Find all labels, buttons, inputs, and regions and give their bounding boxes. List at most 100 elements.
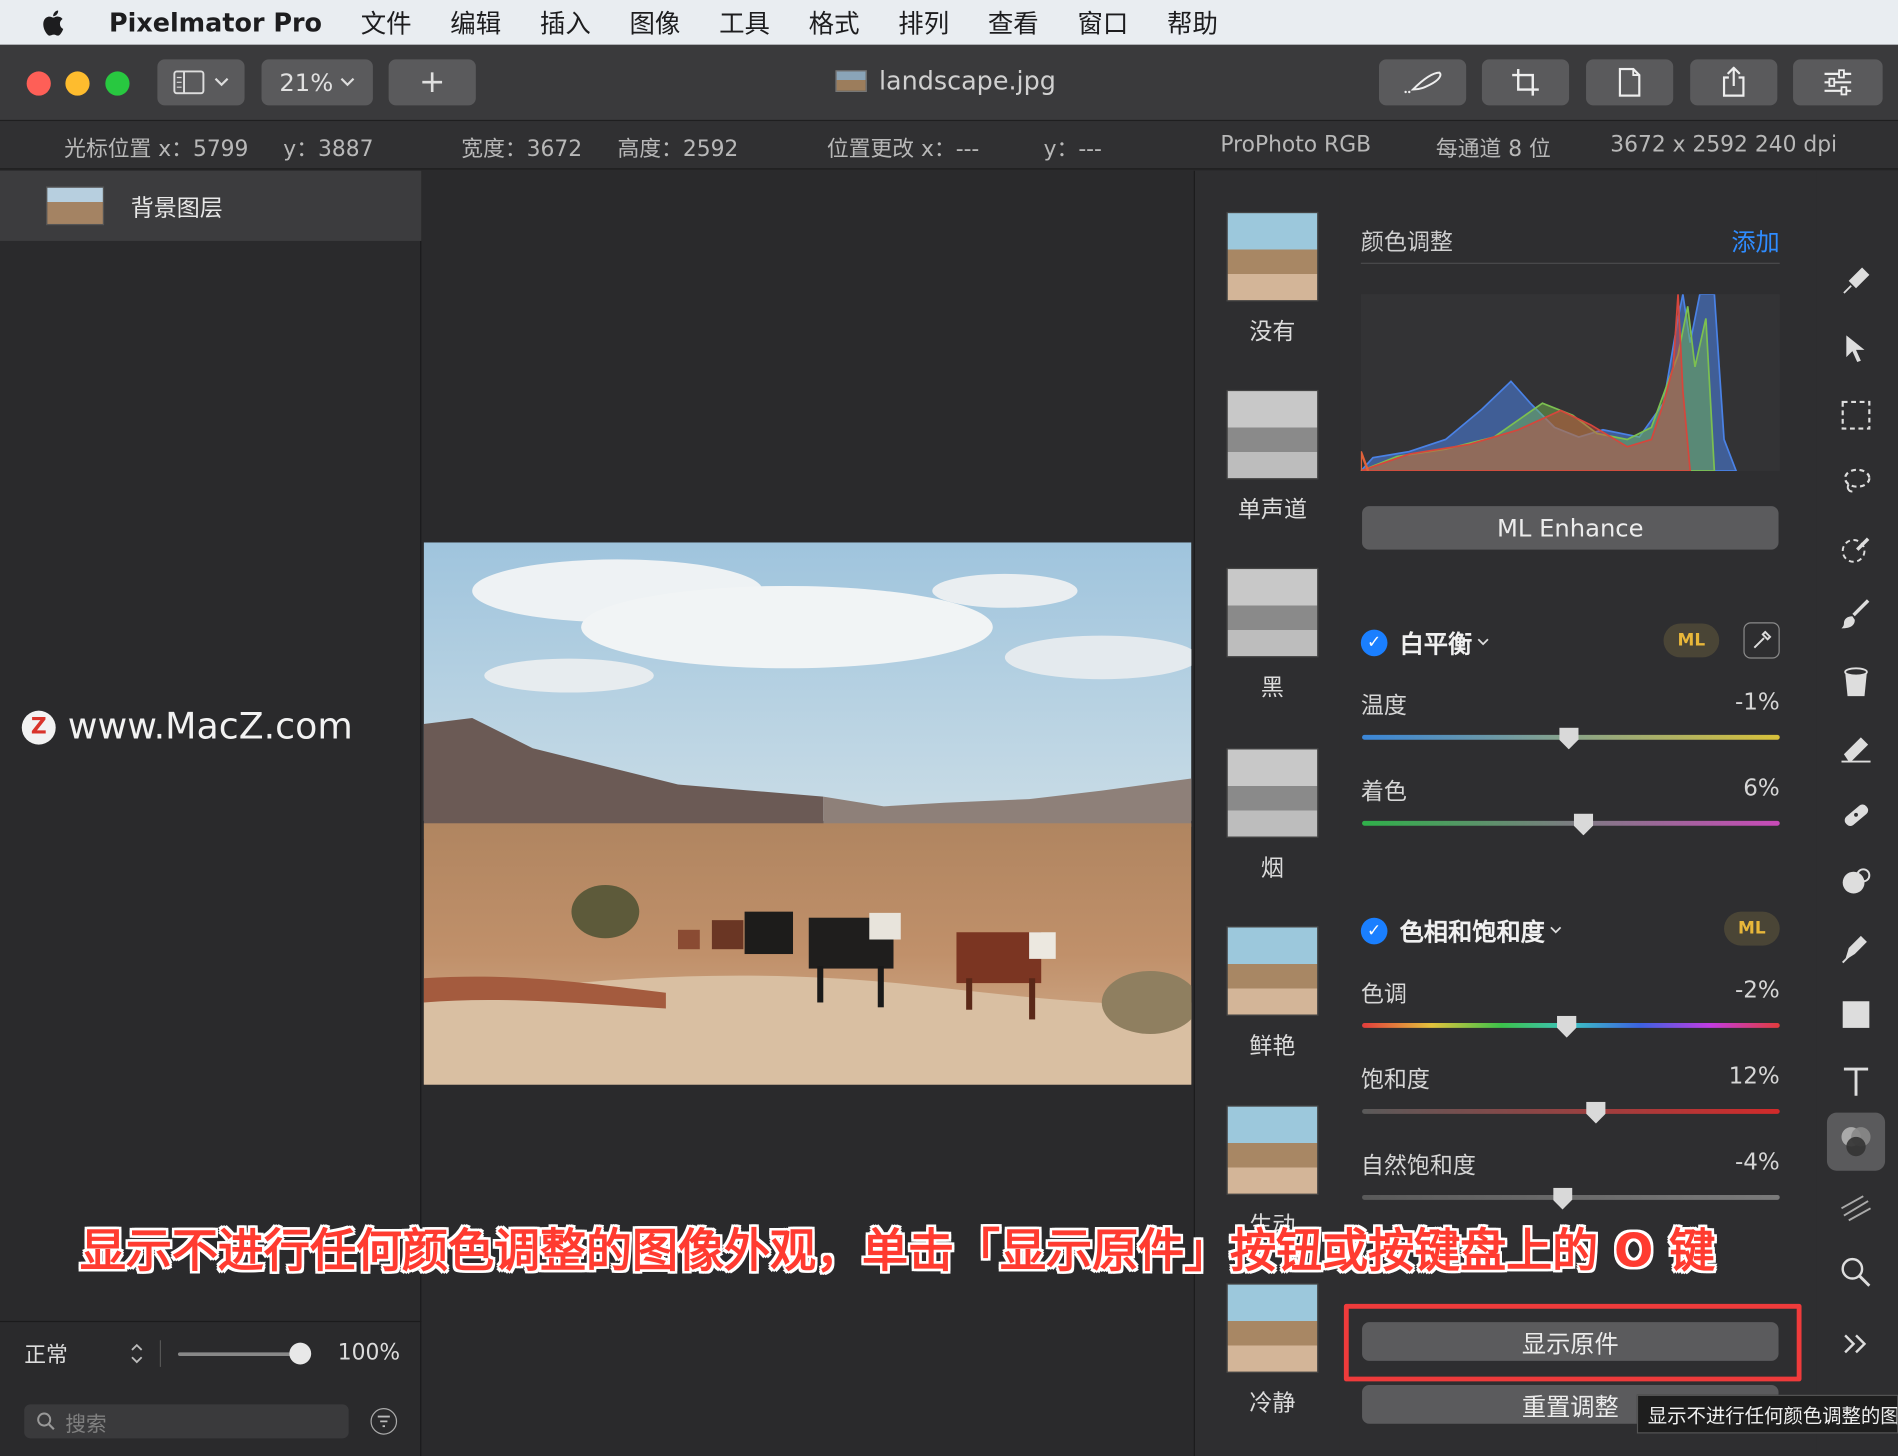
tooltip: 显示不进行任何颜色调整的图像外观	[1636, 1394, 1898, 1434]
arrange-pointer-icon[interactable]	[1835, 328, 1876, 369]
white-balance-ml-badge[interactable]: ML	[1663, 623, 1720, 658]
menu-format[interactable]: 格式	[809, 4, 860, 40]
preset-item[interactable]: 冷静	[1226, 1283, 1319, 1417]
preset-item[interactable]: 单声道	[1226, 389, 1319, 524]
menu-insert[interactable]: 插入	[540, 4, 591, 40]
add-adjustment-link[interactable]: 添加	[1731, 223, 1779, 258]
preset-thumbnail	[1226, 567, 1319, 658]
preset-thumbnail	[1226, 1283, 1319, 1373]
up-down-chevron-icon[interactable]	[131, 1342, 143, 1364]
highlight-box	[1343, 1303, 1802, 1382]
filter-icon[interactable]	[370, 1408, 398, 1435]
text-icon[interactable]	[1835, 1061, 1876, 1102]
ml-enhance-button[interactable]: ML Enhance	[1362, 506, 1779, 550]
menu-file[interactable]: 文件	[361, 4, 412, 40]
tint-slider-knob[interactable]	[1573, 813, 1594, 836]
more-tools-icon[interactable]	[1835, 1323, 1876, 1364]
color-profile-readout: ProPhoto RGB	[1220, 131, 1372, 158]
preset-thumbnail	[1226, 926, 1319, 1016]
crop-button[interactable]	[1481, 59, 1570, 106]
adjustments-panel-button[interactable]	[1793, 59, 1883, 106]
color-adjust-icon[interactable]	[1826, 1112, 1886, 1171]
menu-image[interactable]: 图像	[629, 4, 680, 40]
tools-sidebar	[1816, 170, 1898, 1456]
preset-label: 鲜艳	[1249, 1032, 1296, 1060]
layer-search-field[interactable]: 搜索	[24, 1404, 349, 1439]
tint-slider[interactable]	[1362, 820, 1780, 826]
document-name: landscape.jpg	[878, 66, 1056, 96]
offset-y-readout: y：---	[1043, 136, 1102, 163]
brush-icon[interactable]	[1835, 594, 1876, 635]
paint-style-button[interactable]	[1378, 59, 1467, 106]
layer-row[interactable]: 背景图层	[0, 170, 422, 241]
sidebar-toggle-button[interactable]	[157, 59, 245, 106]
temperature-slider-knob[interactable]	[1559, 727, 1579, 750]
preset-label: 单声道	[1237, 496, 1307, 524]
repair-icon[interactable]	[1835, 794, 1876, 835]
format-button[interactable]	[1586, 59, 1674, 106]
checkmark-icon[interactable]: ✓	[1360, 628, 1388, 656]
retouch-icon[interactable]	[1835, 861, 1876, 902]
chevron-down-icon	[1477, 638, 1489, 646]
layer-name: 背景图层	[130, 194, 223, 221]
temperature-value: -1%	[1734, 688, 1780, 716]
zoom-window-button[interactable]	[105, 71, 130, 96]
eraser-icon[interactable]	[1835, 728, 1876, 769]
preset-item[interactable]: 烟	[1226, 748, 1319, 882]
fill-bucket-icon[interactable]	[1835, 661, 1876, 702]
menu-help[interactable]: 帮助	[1167, 4, 1218, 40]
window-toolbar: 21% + landscape.jpg	[0, 44, 1898, 122]
watermark-text: www.MacZ.com	[67, 705, 353, 749]
close-window-button[interactable]	[26, 71, 51, 96]
search-placeholder: 搜索	[65, 1412, 107, 1437]
dimensions-readout: 3672 x 2592 240 dpi	[1610, 131, 1838, 158]
white-balance-header[interactable]: ✓ 白平衡	[1360, 625, 1489, 660]
hue-saturation-header[interactable]: ✓ 色相和饱和度	[1360, 913, 1562, 948]
vibrance-slider-knob[interactable]	[1552, 1187, 1573, 1210]
shape-icon[interactable]	[1835, 994, 1876, 1035]
menu-view[interactable]: 查看	[988, 4, 1039, 40]
paint-style-icon[interactable]	[1835, 260, 1876, 301]
preset-label: 没有	[1249, 318, 1296, 346]
color-select-icon[interactable]	[1835, 528, 1876, 569]
menu-edit[interactable]: 编辑	[450, 4, 501, 40]
preset-thumbnail	[1226, 748, 1319, 838]
preset-label: 烟	[1260, 854, 1284, 882]
blend-mode-select[interactable]: 正常	[24, 1337, 68, 1368]
apple-menu-icon[interactable]	[0, 8, 109, 37]
bit-depth-readout: 每通道 8 位	[1435, 136, 1551, 163]
saturation-slider-knob[interactable]	[1586, 1101, 1606, 1124]
preset-item[interactable]: 没有	[1226, 211, 1319, 346]
add-button[interactable]: +	[388, 59, 476, 106]
hue-slider-knob[interactable]	[1557, 1015, 1577, 1038]
tint-value: 6%	[1743, 774, 1780, 802]
rect-select-icon[interactable]	[1835, 395, 1876, 436]
pen-icon[interactable]	[1835, 927, 1876, 968]
opacity-slider-knob[interactable]	[289, 1342, 312, 1364]
checkmark-icon[interactable]: ✓	[1360, 917, 1388, 944]
opacity-slider[interactable]	[177, 1341, 312, 1365]
zoom-level-button[interactable]: 21%	[261, 59, 373, 106]
effects-icon[interactable]	[1835, 1188, 1876, 1229]
lasso-select-icon[interactable]	[1835, 461, 1876, 502]
app-menu[interactable]: Pixelmator Pro	[109, 8, 322, 37]
hue-saturation-ml-badge[interactable]: ML	[1724, 911, 1780, 946]
hue-saturation-title: 色相和饱和度	[1399, 917, 1545, 947]
menu-window[interactable]: 窗口	[1077, 4, 1128, 40]
minimize-window-button[interactable]	[65, 71, 90, 96]
share-button[interactable]	[1690, 59, 1778, 106]
menu-tools[interactable]: 工具	[719, 4, 770, 40]
histogram	[1360, 294, 1780, 471]
saturation-slider[interactable]	[1362, 1109, 1780, 1114]
zoom-icon[interactable]	[1835, 1252, 1876, 1293]
cursor-y-readout: y：3887	[283, 136, 374, 163]
preset-item[interactable]: 黑	[1226, 567, 1319, 702]
preset-label: 冷静	[1249, 1389, 1296, 1417]
watermark: Z www.MacZ.com	[21, 705, 353, 749]
tutorial-caption: 显示不进行任何颜色调整的图像外观，单击「显示原件」按钮或按键盘上的 O 键	[79, 1224, 1716, 1278]
sliders-icon	[1824, 69, 1852, 96]
preset-item[interactable]: 鲜艳	[1226, 926, 1319, 1060]
eyedropper-button[interactable]	[1743, 622, 1780, 659]
menu-bar: Pixelmator Pro 文件 编辑 插入 图像 工具 格式 排列 查看 窗…	[0, 0, 1898, 45]
menu-arrange[interactable]: 排列	[898, 4, 949, 40]
